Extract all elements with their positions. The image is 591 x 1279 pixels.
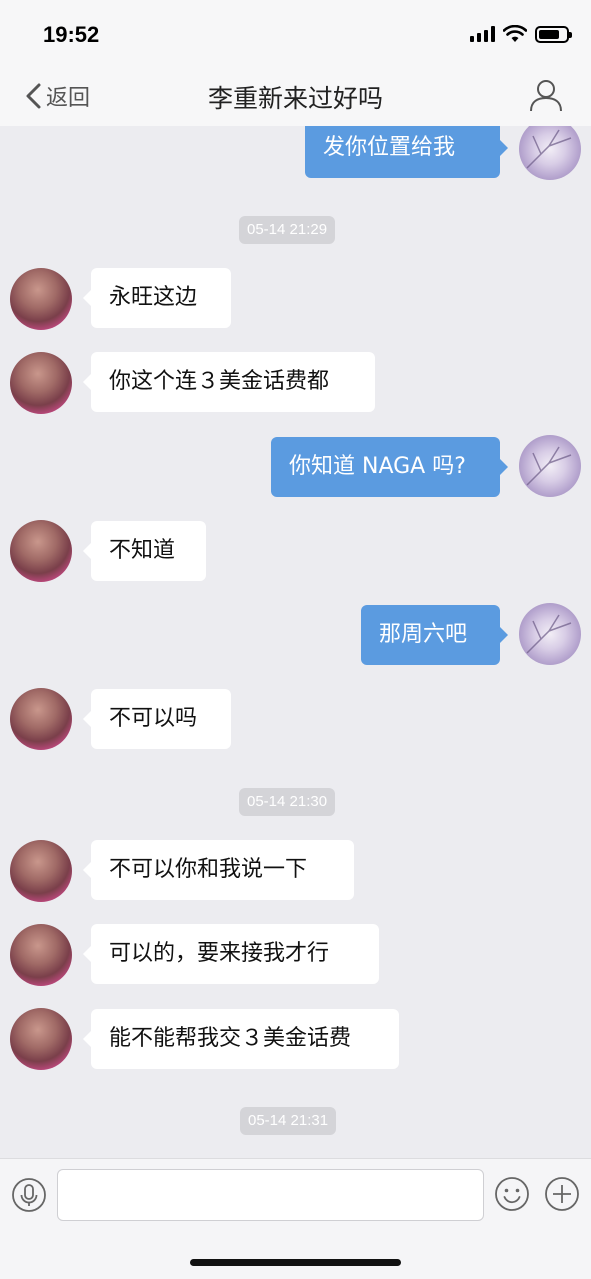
wifi-icon [503, 25, 527, 42]
sent-message-bubble[interactable]: 发你位置给我 [305, 126, 508, 178]
battery-icon [535, 25, 572, 43]
message-timestamp: 05-14 21:29 [239, 216, 336, 244]
status-icons [470, 24, 572, 44]
message-text: 永旺这边 [109, 285, 198, 310]
home-indicator[interactable] [190, 1259, 401, 1266]
message-text: 发你位置给我 [323, 135, 456, 160]
received-message-bubble[interactable]: 能不能帮我交３美金话费 [83, 1009, 399, 1069]
contact-avatar[interactable] [10, 688, 72, 750]
nav-bar: 返回 李重新来过好吗 [0, 64, 591, 126]
received-message-bubble[interactable]: 不知道 [83, 521, 206, 581]
contact-avatar[interactable] [10, 352, 72, 414]
message-text: 那周六吧 [379, 622, 468, 647]
message-text: 你知道 NAGA 吗? [289, 454, 466, 479]
emoji-button[interactable] [494, 1176, 530, 1216]
chat-area[interactable]: 发你位置给我 05-14 21:29 永旺这边 你这个连３美金话费都 你知道 N… [0, 126, 591, 1158]
received-message-bubble[interactable]: 你这个连３美金话费都 [83, 352, 375, 412]
my-avatar[interactable] [519, 435, 581, 497]
plus-icon [545, 1177, 579, 1211]
message-input[interactable] [57, 1169, 484, 1221]
input-bar [0, 1158, 591, 1279]
message-text: 不可以吗 [109, 706, 198, 731]
person-icon [530, 80, 562, 112]
microphone-icon [12, 1178, 46, 1212]
contact-avatar[interactable] [10, 520, 72, 582]
my-avatar[interactable] [519, 126, 581, 180]
received-message-bubble[interactable]: 不可以吗 [83, 689, 231, 749]
voice-button[interactable] [11, 1177, 47, 1217]
contact-avatar[interactable] [10, 268, 72, 330]
sent-message-bubble[interactable]: 那周六吧 [361, 605, 508, 665]
chat-title: 李重新来过好吗 [207, 84, 383, 113]
contact-avatar[interactable] [10, 924, 72, 986]
message-text: 可以的，要来接我才行 [109, 941, 330, 966]
message-text: 能不能帮我交３美金话费 [109, 1026, 352, 1051]
smiley-icon [495, 1177, 529, 1211]
message-text: 你这个连３美金话费都 [109, 369, 330, 394]
profile-button[interactable] [529, 78, 563, 116]
received-message-bubble[interactable]: 可以的，要来接我才行 [83, 924, 379, 984]
message-text: 不可以你和我说一下 [109, 857, 308, 882]
sent-message-bubble[interactable]: 你知道 NAGA 吗? [271, 437, 508, 497]
status-bar: 19:52 [0, 0, 591, 64]
received-message-bubble[interactable]: 不可以你和我说一下 [83, 840, 354, 900]
contact-avatar[interactable] [10, 1008, 72, 1070]
status-time: 19:52 [43, 22, 100, 47]
message-text: 不知道 [109, 538, 176, 563]
message-timestamp: 05-14 21:31 [240, 1107, 337, 1135]
received-message-bubble[interactable]: 永旺这边 [83, 268, 231, 328]
cellular-signal-icon [470, 26, 495, 42]
my-avatar[interactable] [519, 603, 581, 665]
contact-avatar[interactable] [10, 840, 72, 902]
more-button[interactable] [544, 1176, 580, 1216]
message-timestamp: 05-14 21:30 [239, 788, 336, 816]
